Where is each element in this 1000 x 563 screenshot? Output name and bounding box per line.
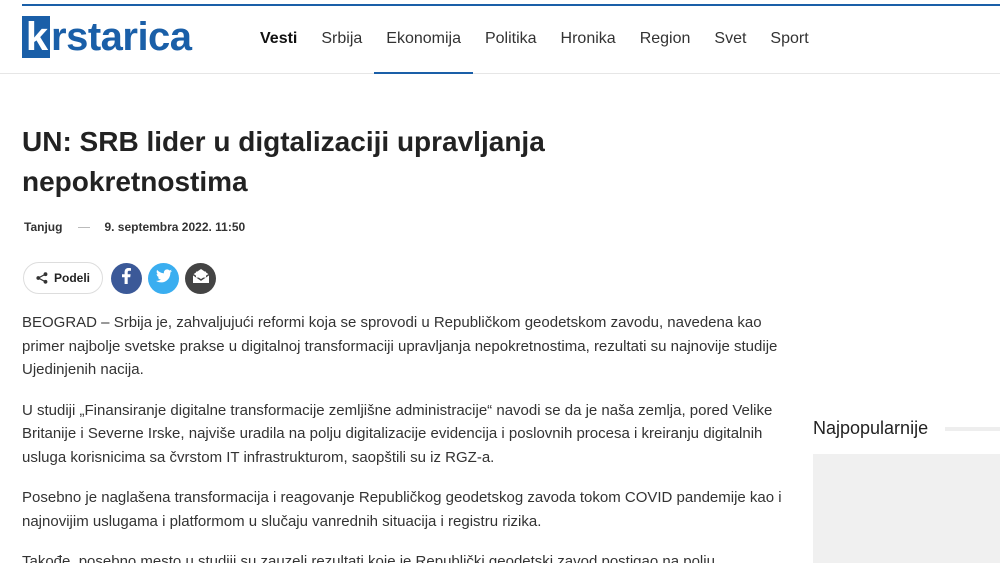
nav-item-region[interactable]: Region [628,6,703,74]
facebook-share-button[interactable] [111,262,143,294]
article-paragraph: U studiji „Finansiranje digitalne transf… [22,401,773,466]
popular-article-image[interactable] [813,454,1000,563]
article-paragraph: Takođe, posebno mesto u studiji su zauze… [22,553,715,563]
share-label: Podeli [54,271,91,285]
site-logo[interactable]: k rstarica [22,16,192,58]
article-title: UN: SRB lider u digtalizaciji upravljanj… [22,126,545,197]
nav-item-hronika[interactable]: Hronika [549,6,628,74]
logo-text: rstarica [51,15,192,59]
email-icon [192,268,210,289]
nav-item-sport[interactable]: Sport [758,6,820,74]
article-date: 9. septembra 2022. 11:50 [104,220,246,234]
nav-item-vesti[interactable]: Vesti [248,6,309,74]
email-share-button[interactable] [185,262,217,294]
popular-heading-rule [945,427,1000,431]
share-button[interactable]: Podeli [23,262,104,294]
logo-mark: k [22,16,50,58]
article-source[interactable]: Tanjug [24,220,62,234]
share-icon [36,272,48,284]
popular-heading: Najpopularnije [813,418,929,438]
share-bar: Podeli [23,262,217,294]
nav-item-svet[interactable]: Svet [702,6,758,74]
article-paragraph: Posebno je naglašena transformacija i re… [22,489,782,530]
site-header: k rstarica Vesti Srbija Ekonomija Politi… [0,6,1000,74]
facebook-icon [120,267,134,289]
article-paragraph: BEOGRAD – Srbija je, zahvaljujući reform… [22,314,778,378]
nav-item-srbija[interactable]: Srbija [309,6,374,74]
meta-divider [78,226,91,228]
article-meta: Tanjug 9. septembra 2022. 11:50 [24,220,245,234]
twitter-icon [155,268,172,288]
twitter-share-button[interactable] [148,262,180,294]
nav-item-ekonomija[interactable]: Ekonomija [374,6,473,74]
article-body: BEOGRAD – Srbija je, zahvaljujući reform… [22,311,787,563]
main-nav: Vesti Srbija Ekonomija Politika Hronika … [248,6,821,74]
top-accent-line [0,0,1000,6]
nav-item-politika[interactable]: Politika [473,6,549,74]
